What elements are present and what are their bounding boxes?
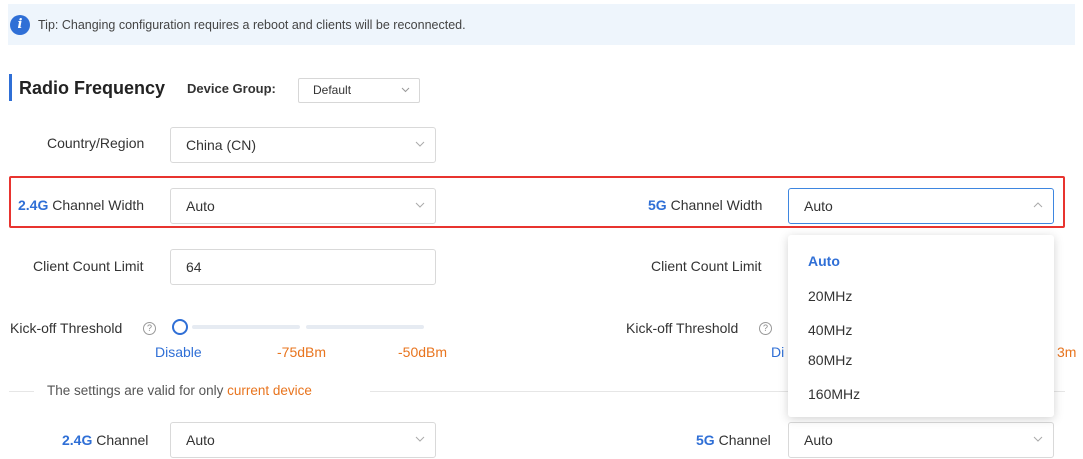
channel-24-value: Auto [186,432,215,448]
question-circle-icon[interactable]: ? [759,322,772,335]
chevron-down-icon [401,87,410,95]
client-limit-5-label: Client Count Limit [651,258,762,274]
slider-track-segment[interactable] [306,325,424,329]
slider-track-segment[interactable] [192,325,300,329]
chevron-down-icon [415,141,425,149]
channel-width-5-value: Auto [804,198,833,214]
country-value: China (CN) [186,137,257,153]
dropdown-option-160mhz[interactable]: 160MHz [808,386,860,402]
device-group-value: Default [313,83,352,97]
dropdown-option-80mhz[interactable]: 80MHz [808,352,852,368]
chevron-up-icon [1033,202,1043,210]
kickoff-5-level-partial-right[interactable]: 3m [1057,344,1076,360]
country-select[interactable]: China (CN) [170,127,436,163]
info-icon: i [10,14,30,35]
question-circle-icon[interactable]: ? [143,322,156,335]
kickoff-level-75[interactable]: -75dBm [277,344,326,360]
country-label: Country/Region [47,135,145,151]
slider-handle[interactable] [172,319,188,335]
section-accent-bar [9,74,12,101]
client-limit-label: Client Count Limit [33,258,144,274]
dropdown-option-20mhz[interactable]: 20MHz [808,288,852,304]
tip-text: Tip: Changing configuration requires a r… [38,17,466,32]
device-group-select[interactable]: Default [298,78,420,103]
channel-5-select[interactable]: Auto [788,422,1054,458]
kickoff-5-level-partial[interactable]: Di [771,344,784,360]
device-group-label: Device Group: [187,81,276,96]
chevron-down-icon [415,202,425,210]
channel-5-value: Auto [804,432,833,448]
channel-24-label: 2.4G Channel [62,432,149,448]
channel-5-label: 5G Channel [696,432,771,448]
client-limit-input[interactable]: 64 [170,249,436,285]
dropdown-option-40mhz[interactable]: 40MHz [808,322,852,338]
channel-width-5-label: 5G Channel Width [648,197,763,213]
tip-banner: i Tip: Changing configuration requires a… [8,4,1075,45]
settings-scope-note: The settings are valid for only current … [47,383,312,398]
kickoff-level-50[interactable]: -50dBm [398,344,447,360]
dropdown-option-auto[interactable]: Auto [808,253,840,269]
channel-width-24-label: 2.4G Channel Width [18,197,145,213]
channel-width-5-select[interactable]: Auto [788,188,1054,224]
kickoff-5-label: Kick-off Threshold [626,320,739,336]
channel-width-24-select[interactable]: Auto [170,188,436,224]
client-limit-value: 64 [186,259,202,275]
channel-24-select[interactable]: Auto [170,422,436,458]
chevron-down-icon [415,436,425,444]
kickoff-label: Kick-off Threshold [10,320,123,336]
channel-width-24-value: Auto [186,198,215,214]
divider-line-left [9,391,34,392]
channel-width-dropdown: Auto 20MHz 40MHz 80MHz 160MHz [788,235,1054,417]
kickoff-level-disable[interactable]: Disable [155,344,202,360]
page-title: Radio Frequency [19,78,166,98]
chevron-down-icon [1033,436,1043,444]
